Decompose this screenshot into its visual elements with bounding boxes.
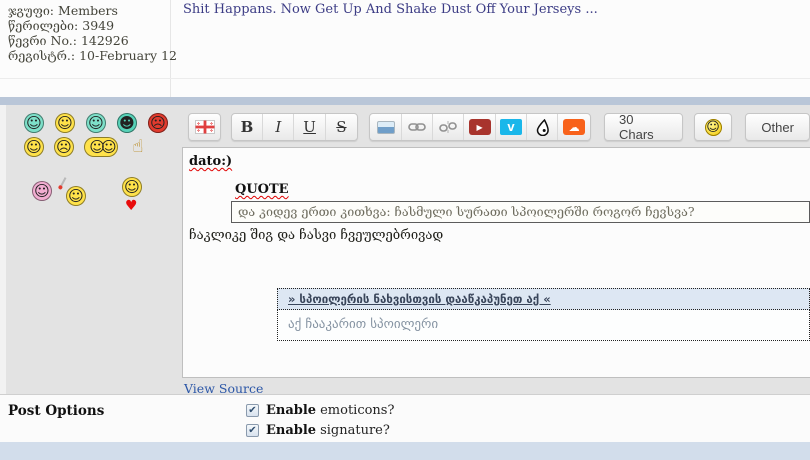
option-label-rest: emoticons? bbox=[320, 402, 395, 418]
topic-title-link[interactable]: Shit Happans. Now Get Up And Shake Dust … bbox=[183, 2, 598, 17]
emoticon-angry[interactable]: ☹ bbox=[148, 113, 168, 133]
strikethrough-button[interactable]: S bbox=[326, 114, 357, 140]
post-options-title: Post Options bbox=[8, 403, 105, 419]
option-label-bold: Enable bbox=[266, 422, 317, 438]
insert-link-button[interactable] bbox=[402, 114, 434, 140]
user-group-value: Members bbox=[58, 3, 118, 18]
user-registered-row: რეგისტრ.: 10-February 12 bbox=[8, 48, 177, 63]
spoiler-body-text: აქ ჩააკარით სპოილერი bbox=[277, 310, 810, 341]
youtube-icon: ▶ bbox=[468, 119, 491, 135]
spoiler-toggle[interactable]: » სპოილერის ნახვისთვის დააწკაპუნეთ აქ « bbox=[277, 288, 810, 310]
vimeo-icon: v bbox=[499, 119, 522, 135]
emoticon-panel: ☺ ☺ ☺ ☻ ☹ ☺ ☹ ☺☺ ☝ ☺ ☺ ☺ ♥ bbox=[0, 105, 179, 394]
editor-section: ☺ ☺ ☺ ☻ ☹ ☺ ☹ ☺☺ ☝ ☺ ☺ ☺ ♥ B I U S ▶ v ☁… bbox=[0, 105, 810, 396]
other-button[interactable]: Other bbox=[746, 114, 809, 140]
emoticon-love[interactable]: ☺ ♥ bbox=[122, 177, 142, 214]
post-header: ჯგუფი: Members წერილები: 3949 წევრი No.:… bbox=[0, 0, 810, 97]
georgian-language-button[interactable] bbox=[189, 114, 220, 140]
option-label-bold: Enable bbox=[266, 402, 317, 418]
quote-box: და კიდევ ერთი კითხვა: ჩასმული სურათი სპო… bbox=[231, 201, 810, 223]
user-number-label: წევრი No.: bbox=[8, 33, 77, 48]
user-group-label: ჯგუფი: bbox=[8, 3, 55, 18]
emoticon-row-3: ☺ ☺ ☺ ♥ bbox=[32, 177, 179, 214]
user-registered-value: 10-February 12 bbox=[79, 48, 177, 63]
user-info-panel: ჯგუფი: Members წერილები: 3949 წევრი No.:… bbox=[0, 0, 177, 97]
enable-signature-option: ✔ Enable signature? bbox=[246, 420, 394, 440]
emoticon-row-1: ☺ ☺ ☺ ☻ ☹ bbox=[24, 113, 179, 133]
italic-button[interactable]: I bbox=[263, 114, 295, 140]
emoticon-facepalm[interactable]: ☹ bbox=[54, 137, 74, 157]
smiley-icon: ☺ bbox=[704, 118, 722, 136]
emoticon-row-2: ☺ ☹ ☺☺ ☝ bbox=[24, 137, 179, 157]
enable-emoticons-option: ✔ Enable emoticons? bbox=[246, 400, 394, 420]
editor-toolbar: B I U S ▶ v ☁ 30 Chars ☺ Other bbox=[182, 105, 810, 147]
char-count-button[interactable]: 30 Chars bbox=[605, 114, 682, 140]
user-group-row: ჯგუფი: Members bbox=[8, 3, 162, 18]
soundcloud-icon: ☁ bbox=[563, 119, 586, 135]
editor-text-line: dato:) bbox=[189, 154, 233, 169]
bottom-separator-band bbox=[0, 442, 810, 460]
emoticon-thumbs-up[interactable]: ☝ bbox=[128, 137, 148, 157]
emoticon-girl[interactable]: ☺ bbox=[32, 181, 52, 201]
quote-label: QUOTE bbox=[235, 182, 289, 197]
emoticons-button[interactable]: ☺ bbox=[695, 114, 731, 140]
enable-signature-checkbox[interactable]: ✔ bbox=[246, 423, 259, 437]
post-options-section: Post Options ✔ Enable emoticons? ✔ Enabl… bbox=[0, 394, 810, 442]
bold-button[interactable]: B bbox=[232, 114, 264, 140]
insert-image-button[interactable] bbox=[370, 114, 402, 140]
forum-post-editor-screen: ჯგუფი: Members წერილები: 3949 წევრი No.:… bbox=[0, 0, 810, 460]
insert-youtube-button[interactable]: ▶ bbox=[464, 114, 496, 140]
enable-emoticons-checkbox[interactable]: ✔ bbox=[246, 403, 259, 417]
user-number-value: 142926 bbox=[80, 33, 129, 48]
user-posts-label: წერილები: bbox=[8, 18, 79, 33]
user-registered-label: რეგისტრ.: bbox=[8, 48, 76, 63]
emoticon-cool-shades[interactable]: ☻ bbox=[117, 113, 137, 133]
georgian-flag-icon bbox=[194, 120, 215, 134]
emoticon-grin-braces[interactable]: ☺ bbox=[24, 113, 44, 133]
editor-content-area[interactable]: dato:) QUOTE და კიდევ ერთი კითხვა: ჩასმუ… bbox=[182, 147, 810, 378]
insert-soundcloud-button[interactable]: ☁ bbox=[558, 114, 589, 140]
top-separator-band bbox=[0, 97, 810, 105]
insert-media-button[interactable] bbox=[527, 114, 559, 140]
user-posts-row: წერილები: 3949 bbox=[8, 18, 162, 33]
user-number-row: წევრი No.: 142926 bbox=[8, 33, 162, 48]
emoticon-smoking[interactable]: ☺ bbox=[59, 177, 86, 206]
emoticon-big-grin[interactable]: ☺ bbox=[86, 113, 106, 133]
unlink-icon bbox=[439, 121, 458, 133]
header-divider bbox=[0, 78, 810, 79]
reply-text: ჩაკლიკე შიგ და ჩასვი ჩვეულებრივად bbox=[189, 228, 444, 243]
remove-link-button[interactable] bbox=[433, 114, 465, 140]
spoiler-block: » სპოილერის ნახვისთვის დააწკაპუნეთ აქ « … bbox=[277, 288, 810, 341]
option-label-rest: signature? bbox=[320, 422, 390, 438]
emoticon-lol-pair[interactable]: ☺☺ bbox=[84, 137, 118, 157]
emoticon-cry-laugh[interactable]: ☺ bbox=[55, 113, 75, 133]
user-posts-value: 3949 bbox=[82, 18, 115, 33]
image-icon bbox=[376, 120, 395, 134]
link-icon bbox=[408, 123, 426, 131]
insert-vimeo-button[interactable]: v bbox=[496, 114, 528, 140]
post-editor: B I U S ▶ v ☁ 30 Chars ☺ Other dato:) QU… bbox=[182, 105, 810, 396]
underline-button[interactable]: U bbox=[294, 114, 326, 140]
emoticon-pray[interactable]: ☺ bbox=[24, 137, 44, 157]
droplet-icon bbox=[536, 118, 549, 136]
